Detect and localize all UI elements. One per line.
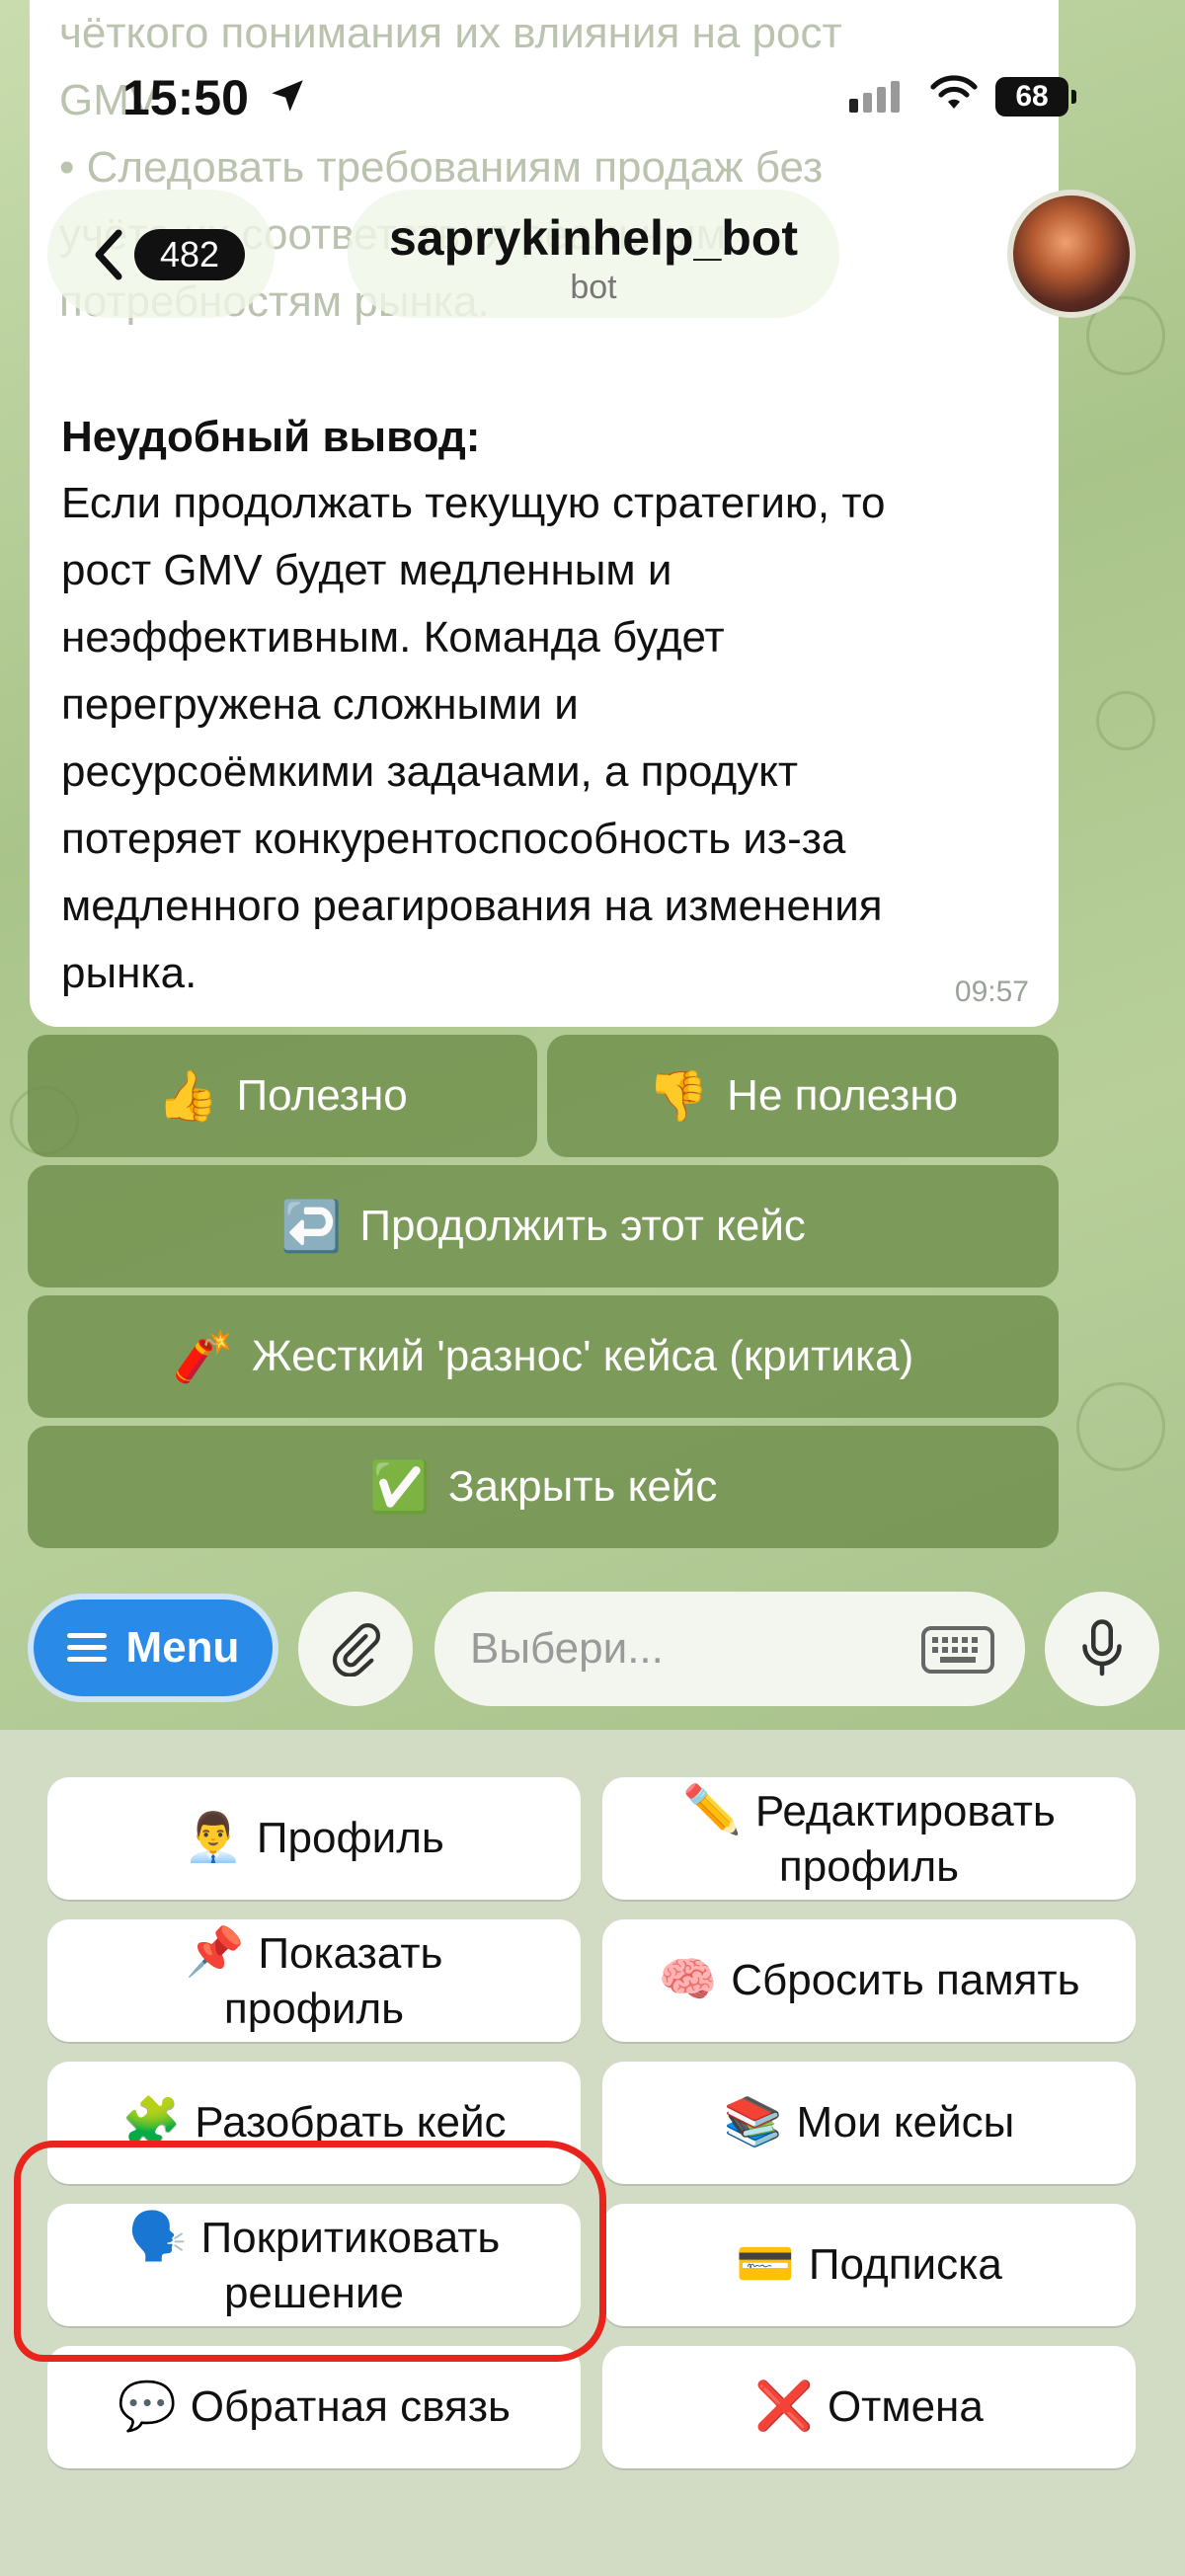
hamburger-icon — [66, 1633, 107, 1663]
wifi-icon — [930, 75, 978, 109]
message-line: потеряет конкурентоспособность из-за — [61, 815, 846, 863]
profile-label: Профиль — [256, 1814, 444, 1862]
feedback-label: Обратная связь — [190, 2382, 511, 2431]
doodle-decoration — [1076, 1382, 1165, 1471]
edit-profile-label: ✏️ Редактировать профиль — [682, 1783, 1056, 1895]
menu-label: Menu — [125, 1623, 240, 1672]
continue-case-label: Продолжить этот кейс — [359, 1202, 806, 1250]
message-line: чёткого понимания их влияния на рост — [59, 9, 842, 57]
cross-mark-icon: ❌ — [754, 2381, 814, 2433]
message-line: ресурсоёмкими задачами, а продукт — [61, 747, 799, 796]
edit-profile-line1: Редактировать — [754, 1786, 1056, 1835]
close-case-button[interactable]: ✅ Закрыть кейс — [28, 1426, 1059, 1548]
message-bubble: чёткого понимания их влияния на рост GMV… — [30, 0, 1059, 1027]
thumbs-up-icon: 👍 — [157, 1067, 219, 1124]
unread-count-badge: 482 — [134, 229, 245, 280]
message-input-field[interactable] — [434, 1592, 1025, 1706]
critique-case-button[interactable]: 🧨 Жесткий 'разнос' кейса (критика) — [28, 1295, 1059, 1418]
reset-memory-button[interactable]: 🧠 Сбросить память — [602, 1919, 1136, 2042]
criticize-line2: решение — [223, 2268, 405, 2317]
attach-button[interactable] — [298, 1592, 413, 1706]
keyboard-icon[interactable] — [920, 1625, 995, 1675]
message-line: Если продолжать текущую стратегию, то — [61, 479, 886, 527]
firecracker-icon: 🧨 — [172, 1328, 234, 1384]
voice-button[interactable] — [1045, 1592, 1159, 1706]
microphone-icon — [1082, 1619, 1122, 1677]
status-time: 15:50 — [122, 70, 249, 125]
useful-button[interactable]: 👍 Полезно — [28, 1035, 537, 1157]
feedback-button[interactable]: 💬 Обратная связь — [47, 2346, 581, 2468]
credit-card-icon: 💳 — [736, 2238, 795, 2291]
message-input[interactable] — [470, 1619, 905, 1678]
cancel-button[interactable]: ❌ Отмена — [602, 2346, 1136, 2468]
pushpin-icon: 📌 — [185, 1925, 245, 1979]
criticize-line1: Покритиковать — [200, 2213, 501, 2262]
edit-profile-line2: профиль — [778, 1841, 960, 1891]
conclusion-text: Если продолжать текущую стратегию, то ро… — [61, 470, 1049, 1007]
message-line: рост GMV будет медленным и — [61, 546, 672, 594]
not-useful-label: Не полезно — [727, 1071, 959, 1120]
message-line: перегружена сложными и — [61, 680, 579, 729]
books-icon: 📚 — [723, 2096, 783, 2148]
chat-title: saprykinhelp_bot — [389, 210, 798, 266]
bot-avatar[interactable] — [1007, 190, 1136, 318]
reply-keyboard: 👨‍💼 Профиль ✏️ Редактировать профиль 📌 Пок… — [0, 1730, 1185, 2576]
chevron-left-icon — [95, 229, 122, 280]
doodle-decoration — [1096, 691, 1155, 750]
return-arrow-icon: ↩️ — [280, 1198, 343, 1254]
show-profile-button[interactable]: 📌 Показать профиль — [47, 1919, 581, 2042]
my-cases-label: Мои кейсы — [796, 2098, 1015, 2147]
analyze-case-button[interactable]: 🧩 Разобрать кейс — [47, 2062, 581, 2184]
useful-label: Полезно — [236, 1071, 408, 1120]
brain-icon: 🧠 — [658, 1954, 718, 2006]
message-timestamp: 09:57 — [954, 976, 1029, 1008]
show-profile-line2: профиль — [223, 1984, 405, 2033]
conclusion-title: Неудобный вывод: — [61, 413, 481, 461]
not-useful-button[interactable]: 👎 Не полезно — [547, 1035, 1059, 1157]
speech-bubble-icon: 💬 — [118, 2381, 177, 2433]
speaking-head-icon: 🗣️ — [127, 2210, 188, 2263]
menu-button[interactable]: Menu — [28, 1594, 278, 1702]
criticize-solution-button[interactable]: 🗣️ Покритиковать решение — [47, 2204, 581, 2326]
message-line: рынка. — [61, 949, 198, 997]
cellular-signal-icon — [849, 81, 905, 113]
critique-case-label: Жесткий 'разнос' кейса (критика) — [251, 1332, 914, 1380]
message-line: медленного реагирования на изменения — [61, 882, 883, 930]
puzzle-piece-icon: 🧩 — [121, 2096, 182, 2148]
continue-case-button[interactable]: ↩️ Продолжить этот кейс — [28, 1165, 1059, 1288]
check-mark-icon: ✅ — [368, 1458, 431, 1515]
office-worker-icon: 👨‍💼 — [184, 1812, 243, 1864]
subscription-button[interactable]: 💳 Подписка — [602, 2204, 1136, 2326]
cancel-label: Отмена — [827, 2382, 984, 2431]
thumbs-down-icon: 👎 — [647, 1067, 710, 1124]
analyze-case-label: Разобрать кейс — [195, 2098, 507, 2147]
show-profile-line1: Показать — [258, 1928, 443, 1978]
edit-profile-button[interactable]: ✏️ Редактировать профиль — [602, 1777, 1136, 1900]
close-case-label: Закрыть кейс — [447, 1462, 718, 1511]
pencil-icon: ✏️ — [682, 1783, 742, 1836]
profile-button[interactable]: 👨‍💼 Профиль — [47, 1777, 581, 1900]
chat-title-button[interactable]: saprykinhelp_bot bot — [348, 190, 839, 318]
criticize-solution-label: 🗣️ Покритиковать решение — [128, 2210, 501, 2321]
location-arrow-icon — [272, 80, 303, 112]
show-profile-label: 📌 Показать профиль — [186, 1925, 443, 2037]
paperclip-icon — [332, 1623, 381, 1677]
reset-memory-label: Сбросить память — [731, 1956, 1080, 2004]
my-cases-button[interactable]: 📚 Мои кейсы — [602, 2062, 1136, 2184]
chat-subtitle: bot — [570, 269, 617, 306]
back-button[interactable]: 482 — [47, 190, 275, 318]
battery-indicator: 68 — [995, 77, 1076, 117]
message-line: неэффективным. Команда будет — [61, 613, 725, 662]
subscription-label: Подписка — [808, 2240, 1002, 2289]
